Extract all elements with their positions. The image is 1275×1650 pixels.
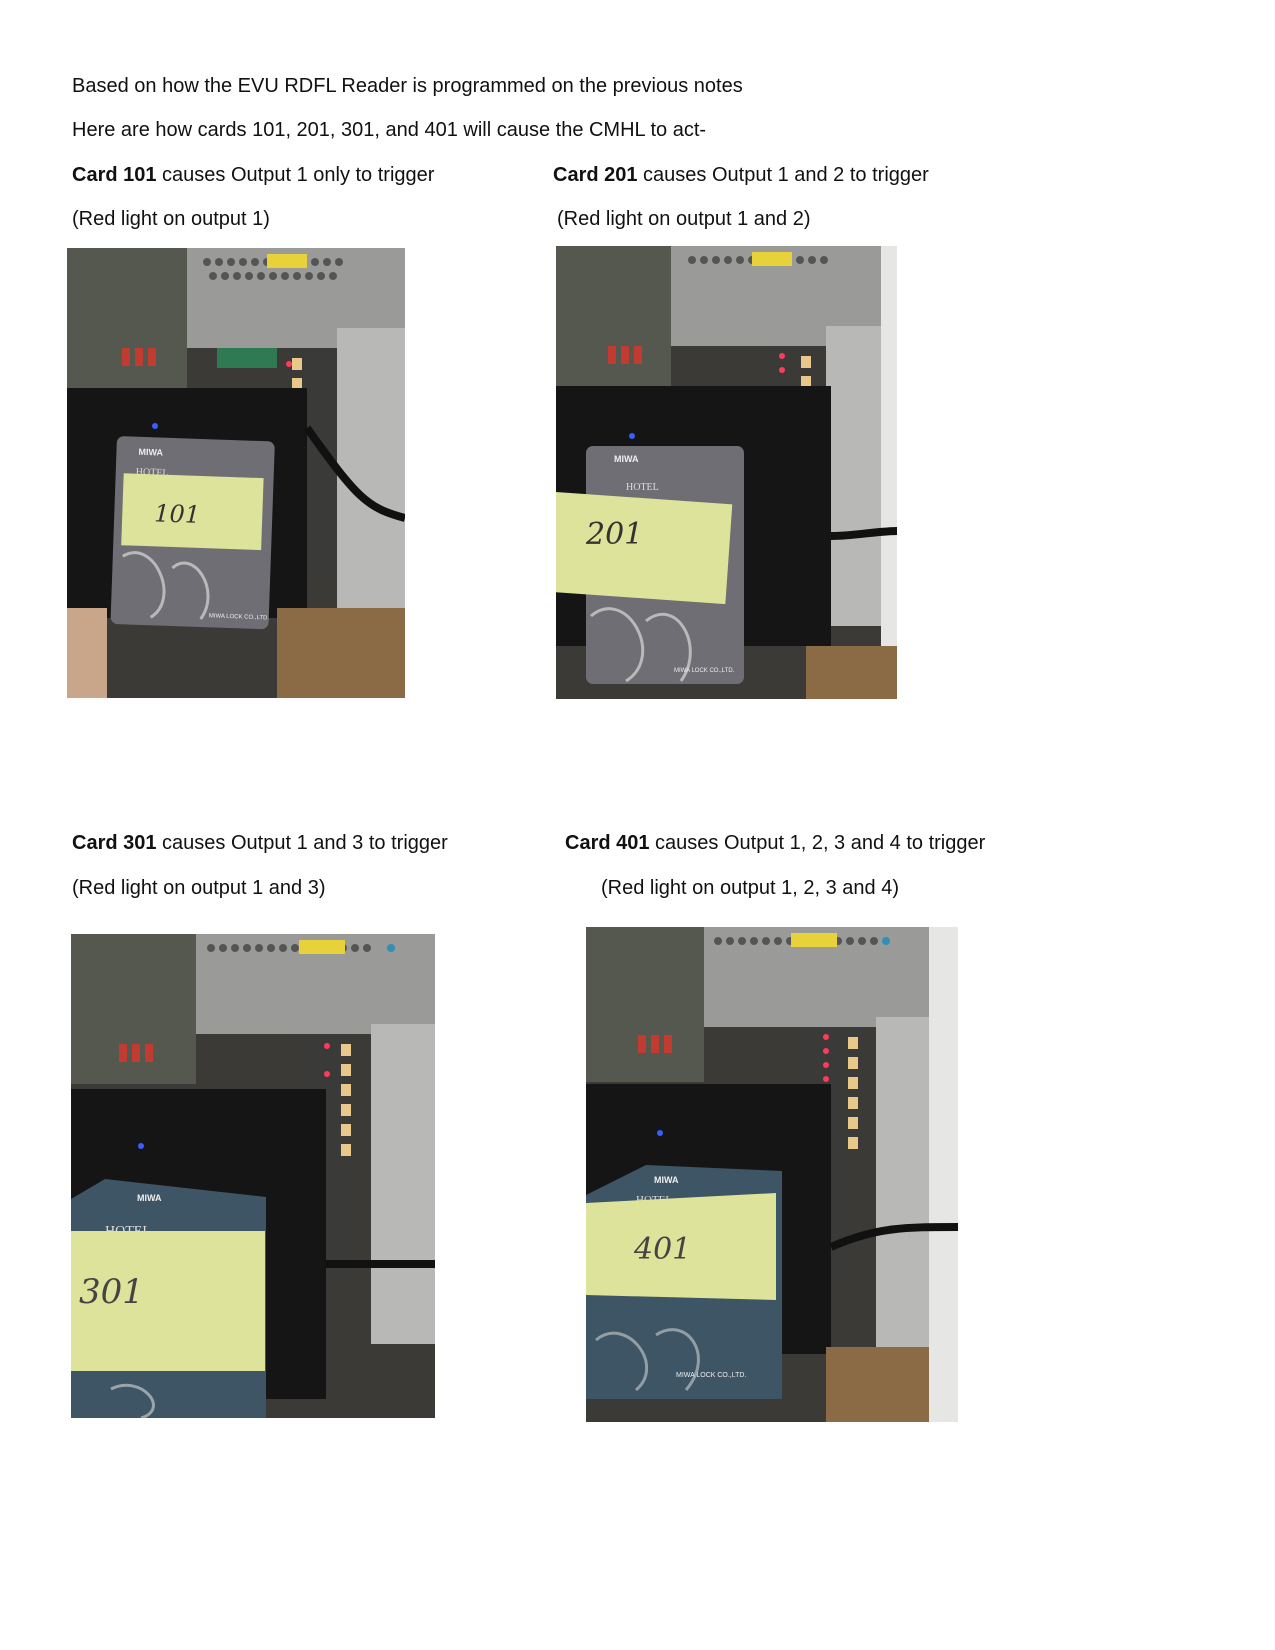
card-401-brand: MIWA	[654, 1175, 679, 1185]
card-201-caption: Card 201 causes Output 1 and 2 to trigge…	[553, 163, 929, 187]
card-401-maker: MIWA LOCK CO.,LTD.	[676, 1372, 746, 1379]
card-301-brand: MIWA	[137, 1193, 162, 1203]
intro-line-1: Based on how the EVU RDFL Reader is prog…	[72, 75, 743, 97]
card-201-photo: MIWA HOTEL MIWA LOCK CO.,LTD. 201	[556, 246, 897, 699]
card-301-caption: Card 301 causes Output 1 and 3 to trigge…	[72, 831, 448, 855]
intro-line-2: Here are how cards 101, 201, 301, and 40…	[72, 119, 707, 141]
card-301-text: causes Output 1 and 3 to trigger	[156, 832, 448, 854]
card-301-note: (Red light on output 1 and 3)	[72, 877, 326, 899]
card-201-hotel: HOTEL	[626, 482, 659, 493]
card-401-caption: Card 401 causes Output 1, 2, 3 and 4 to …	[565, 831, 985, 855]
card-101-caption: Card 101 causes Output 1 only to trigger	[72, 163, 434, 187]
card-101-sticky-note: 101	[154, 499, 201, 529]
card-101-note: (Red light on output 1)	[72, 208, 270, 230]
card-201-text: causes Output 1 and 2 to trigger	[637, 164, 929, 186]
card-401-sticky-note: 401	[633, 1232, 691, 1267]
card-101-label: Card 101	[72, 164, 157, 186]
card-301-photo: MIWA HOTEL 301	[71, 934, 435, 1418]
card-301-sticky-note: 301	[79, 1272, 144, 1312]
card-201-sticky-note: 201	[585, 517, 643, 552]
card-101-brand: MIWA	[138, 447, 163, 458]
card-401-label: Card 401	[565, 832, 650, 854]
card-101-text: causes Output 1 only to trigger	[156, 164, 435, 186]
card-201-note: (Red light on output 1 and 2)	[557, 208, 811, 230]
card-201-maker: MIWA LOCK CO.,LTD.	[674, 668, 735, 674]
card-401-photo: MIWA HOTEL MIWA LOCK CO.,LTD. 401	[586, 927, 958, 1422]
card-401-note: (Red light on output 1, 2, 3 and 4)	[601, 877, 899, 899]
card-101-photo: MIWA HOTEL MIWA LOCK CO.,LTD. 101	[67, 248, 405, 698]
card-301-label: Card 301	[72, 832, 157, 854]
card-201-brand: MIWA	[614, 454, 639, 464]
card-401-text: causes Output 1, 2, 3 and 4 to trigger	[649, 832, 986, 854]
card-201-label: Card 201	[553, 164, 638, 186]
